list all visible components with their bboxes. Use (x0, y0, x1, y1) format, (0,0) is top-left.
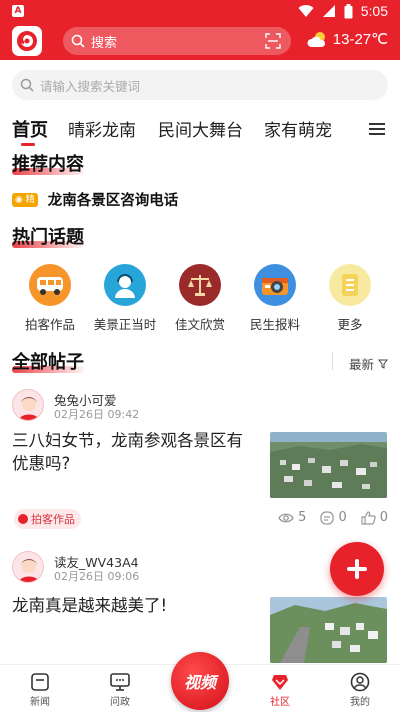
post-title[interactable]: 三八妇女节，龙南参观各景区有优惠吗? (12, 429, 257, 475)
all-posts-title: 全部帖子 (12, 348, 84, 374)
topic-item-livelihood[interactable]: 民生报料 (243, 264, 307, 333)
scales-icon (179, 264, 221, 306)
tab-pets[interactable]: 家有萌宠 (264, 116, 332, 141)
tab-home[interactable]: 首页 (12, 116, 48, 142)
nav-video-button[interactable]: 视频 (171, 652, 229, 710)
hot-topics-title-text: 热门话题 (12, 227, 84, 248)
document-icon (329, 264, 371, 306)
recommend-title-text: 推荐内容 (12, 154, 84, 175)
nav-community[interactable]: 社区 (250, 671, 310, 708)
app-logo-icon[interactable] (12, 26, 42, 56)
nav-politics[interactable]: 问政 (90, 671, 150, 708)
content-search-input[interactable]: 请输入搜索关键词 (12, 70, 388, 100)
service-person-icon (104, 264, 146, 306)
topic-label: 美景正当时 (93, 317, 157, 332)
topic-item-paike[interactable]: 拍客作品 (18, 264, 82, 333)
video-icon: 视频 (183, 673, 216, 692)
scan-icon[interactable] (265, 33, 281, 49)
app-header: 搜索 13-27℃ (0, 24, 400, 60)
topic-label: 民生报料 (249, 317, 300, 332)
cloud-sun-icon (307, 32, 325, 47)
likes-stat[interactable]: 0 (361, 510, 388, 525)
post-card[interactable]: 兔兔小可爱 02月26日 09:42 三八妇女节，龙南参观各景区有优惠吗? 拍客… (12, 389, 388, 529)
chat-screen-icon (110, 673, 130, 691)
battery-icon (344, 3, 353, 18)
nav-profile[interactable]: 我的 (330, 671, 390, 708)
thumbs-up-icon (361, 510, 376, 525)
avatar[interactable] (12, 389, 44, 421)
hot-topics-title: 热门话题 (12, 223, 84, 249)
nav-label: 新闻 (30, 697, 50, 708)
topic-item-articles[interactable]: 佳文欣赏 (168, 264, 232, 333)
comments-count: 0 (338, 510, 347, 525)
topic-item-more[interactable]: 更多 (318, 264, 382, 333)
post-time: 02月26日 09:42 (54, 408, 140, 421)
community-icon (272, 675, 288, 690)
eye-icon (278, 513, 294, 522)
plus-icon (347, 559, 367, 579)
topic-label: 佳文欣赏 (174, 317, 225, 332)
tab-qingcai-longnan[interactable]: 晴彩龙南 (68, 116, 136, 141)
active-tab-indicator (21, 143, 35, 146)
avatar[interactable] (12, 551, 44, 583)
recommend-notice[interactable]: ◉ 精 龙南各景区咨询电话 (12, 189, 178, 210)
topic-label: 更多 (337, 317, 363, 332)
search-placeholder: 请输入搜索关键词 (40, 78, 141, 94)
bus-icon (29, 264, 71, 306)
views-count: 5 (298, 510, 307, 525)
nav-label: 问政 (110, 697, 130, 708)
status-time: 5:05 (360, 3, 388, 19)
sort-label: 最新 (348, 357, 374, 372)
topic-item-scenery[interactable]: 美景正当时 (93, 264, 157, 333)
filter-icon (378, 359, 388, 369)
menu-icon[interactable] (368, 121, 386, 137)
search-icon (71, 34, 85, 48)
comments-stat[interactable]: 0 (320, 510, 347, 525)
weather-temp: 13-27℃ (332, 31, 388, 48)
status-bar: A 5:05 (0, 0, 400, 24)
comment-icon (320, 510, 335, 525)
tab-folk-stage[interactable]: 民间大舞台 (158, 116, 243, 141)
wifi-icon (298, 5, 314, 18)
post-title[interactable]: 龙南真是越来越美了! (12, 594, 257, 617)
nav-label: 我的 (350, 697, 370, 708)
camera-icon (254, 264, 296, 306)
create-post-button[interactable] (330, 542, 384, 596)
notice-text: 龙南各景区咨询电话 (47, 193, 179, 209)
profile-icon (350, 672, 370, 692)
search-icon (20, 78, 34, 92)
category-tabs: 首页 晴彩龙南 民间大舞台 家有萌宠 (12, 116, 388, 150)
post-tag-label: 拍客作品 (31, 513, 75, 526)
all-posts-title-text: 全部帖子 (12, 352, 84, 373)
featured-badge: ◉ 精 (12, 192, 38, 207)
nav-label: 社区 (270, 697, 290, 708)
tag-dot-icon (18, 514, 28, 524)
news-icon (31, 673, 49, 691)
likes-count: 0 (379, 510, 388, 525)
post-stats: 5 0 0 (278, 510, 388, 525)
nav-news[interactable]: 新闻 (10, 671, 70, 708)
header-search-bar[interactable]: 搜索 (63, 27, 291, 55)
sort-divider (332, 352, 333, 370)
featured-badge-label: 精 (25, 194, 35, 205)
top-bar: A 5:05 搜索 13-27℃ (0, 0, 400, 60)
weather-widget[interactable]: 13-27℃ (307, 30, 388, 48)
post-category-tag[interactable]: 拍客作品 (14, 509, 81, 529)
header-search-placeholder: 搜索 (91, 35, 118, 51)
topic-label: 拍客作品 (24, 317, 75, 332)
views-stat: 5 (278, 510, 306, 525)
hot-topics-grid: 拍客作品 美景正当时 佳文欣赏 民生报料 更多 (12, 264, 388, 334)
signal-icon (322, 5, 335, 17)
notification-app-icon: A (12, 5, 24, 17)
recommend-section-title: 推荐内容 (12, 150, 84, 176)
post-image[interactable] (270, 432, 387, 498)
sort-dropdown[interactable]: 最新 (349, 354, 388, 373)
post-image[interactable] (270, 597, 387, 663)
post-time: 02月26日 09:06 (54, 570, 140, 583)
